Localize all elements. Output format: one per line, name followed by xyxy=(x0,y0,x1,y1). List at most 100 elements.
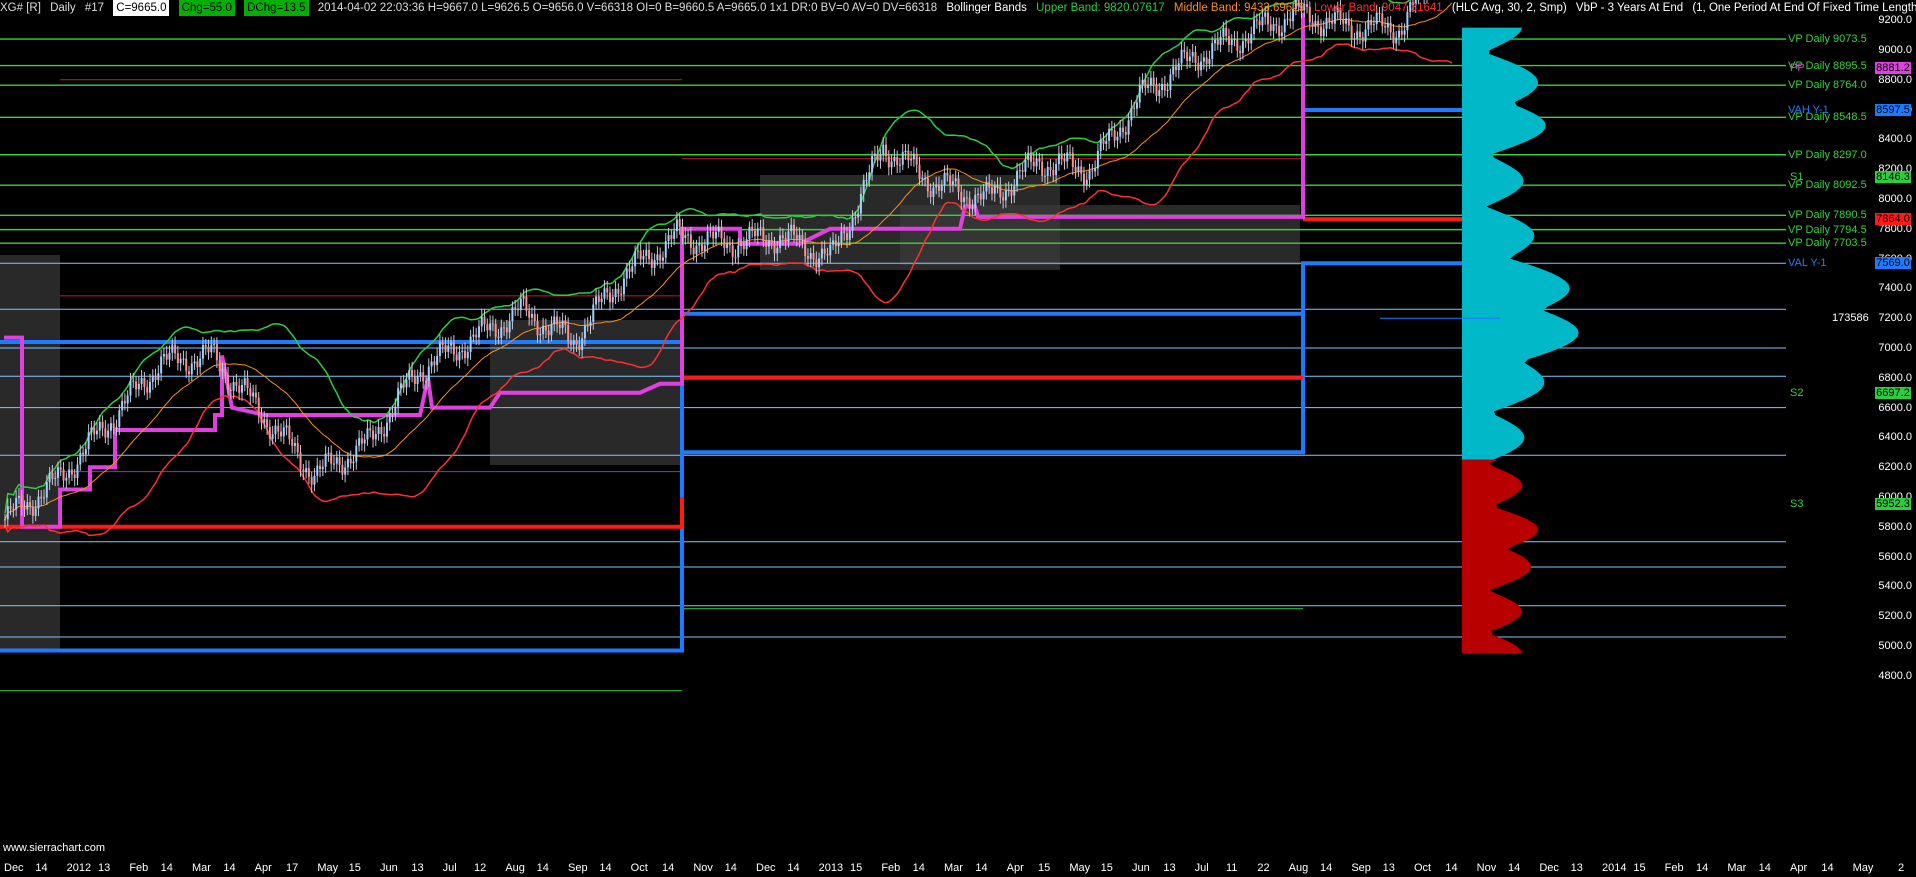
price-bar-body xyxy=(4,519,6,521)
price-bar-body xyxy=(636,250,639,252)
date-tick-label: 11 xyxy=(1226,862,1238,874)
price-bar-body xyxy=(199,358,202,368)
watermark[interactable]: www.sierrachart.com xyxy=(3,842,105,854)
price-bar-body xyxy=(706,231,709,246)
price-bar-body xyxy=(634,251,637,267)
date-tick-label: 14 xyxy=(35,862,48,874)
price-bar-body xyxy=(656,254,659,261)
price-bar-body xyxy=(921,178,924,180)
price-bar-body xyxy=(477,326,480,338)
price-bar-body xyxy=(1152,77,1155,86)
price-bar-body xyxy=(784,238,787,242)
price-bar-body xyxy=(288,425,291,440)
price-bar-body xyxy=(790,224,793,232)
price-bar-body xyxy=(1280,32,1283,37)
price-bar-body xyxy=(1216,39,1219,45)
date-tick-label: May xyxy=(317,862,339,874)
price-bar-body xyxy=(695,245,698,255)
price-tick-label: 7200.0 xyxy=(1878,312,1912,325)
pivot-label: VAL Y-1 xyxy=(1788,257,1827,270)
price-bar-body xyxy=(946,172,949,176)
price-bar-body xyxy=(937,184,940,191)
date-tick-label: 14 xyxy=(1445,862,1458,874)
price-bar-body xyxy=(893,156,896,162)
price-bar-body xyxy=(901,152,904,165)
price-bar-body xyxy=(310,476,313,485)
price-bar-body xyxy=(1347,18,1350,26)
price-bar-body xyxy=(93,427,96,435)
price-bar-body xyxy=(673,231,676,239)
price-bar-body xyxy=(135,381,138,390)
price-bar-body xyxy=(692,247,695,255)
price-flag: 8881.2 xyxy=(1875,61,1911,74)
date-tick-label: 14 xyxy=(1696,862,1709,874)
date-tick-label: 14 xyxy=(223,862,236,874)
date-tick-label: 14 xyxy=(599,862,612,874)
vp-label-text: VP Daily xyxy=(1788,148,1834,161)
price-bar-body xyxy=(890,161,893,168)
pivot-label: PP xyxy=(1790,61,1805,74)
price-bar-body xyxy=(1384,26,1387,28)
price-bar-body xyxy=(1345,18,1348,24)
vp-daily-label: VP Daily 7890.5 xyxy=(1788,209,1867,221)
price-bar-body xyxy=(910,159,913,161)
price-bar-body xyxy=(553,316,556,325)
chart-number: #17 xyxy=(84,2,105,14)
price-bar-body xyxy=(472,334,475,337)
vp-label-value: 8895.5 xyxy=(1833,59,1867,72)
price-bar-body xyxy=(639,250,642,260)
date-tick-label: May xyxy=(1069,862,1091,874)
bar-info: 2014-04-02 22:03:36 H=9667.0 L=9626.5 O=… xyxy=(317,2,938,14)
price-bar-body xyxy=(201,344,204,359)
date-tick-label: 14 xyxy=(724,862,737,874)
price-bar-body xyxy=(1057,153,1060,165)
price-bar-body xyxy=(450,342,453,346)
price-bar-body xyxy=(514,307,517,309)
price-bar-body xyxy=(530,313,533,318)
pivot-label: S1 xyxy=(1790,171,1804,184)
date-axis[interactable]: Dec 14 2012 13 Feb 14 Mar 14 Apr 17 May 15 Jun 13 Jul 1… xyxy=(0,861,1916,877)
price-bar-body xyxy=(609,292,612,303)
price-bar-body xyxy=(678,219,681,227)
price-tick-label: 8000.0 xyxy=(1878,193,1912,205)
price-bar-body xyxy=(240,384,243,393)
price-bar-body xyxy=(1030,152,1033,162)
price-bar-body xyxy=(1149,77,1152,86)
price-bar-body xyxy=(213,344,216,346)
price-bar-body xyxy=(932,187,935,198)
price-tick-label: 7400.0 xyxy=(1878,282,1912,295)
price-bar-body xyxy=(1283,19,1286,33)
price-bar-body xyxy=(650,259,653,268)
price-bar-body xyxy=(617,288,620,294)
yearly-poc-line xyxy=(0,497,684,529)
date-tick-label: 14 xyxy=(912,862,925,874)
price-bar-body xyxy=(659,254,662,261)
price-bar-body xyxy=(1172,66,1175,75)
price-bar-body xyxy=(1147,85,1150,88)
price-bar-body xyxy=(1319,26,1322,36)
price-bar-body xyxy=(1361,37,1364,42)
symbol-label: XG# [R] xyxy=(0,2,41,14)
price-axis[interactable]: 9200.09000.08800.08600.08400.08200.08000… xyxy=(1874,14,1916,861)
price-bar-body xyxy=(20,495,23,508)
price-bar-body xyxy=(993,186,996,194)
price-bar-body xyxy=(1066,152,1069,162)
price-bar-body xyxy=(1163,83,1166,91)
price-bar-body xyxy=(748,226,751,240)
price-chart[interactable] xyxy=(0,0,1916,877)
date-tick-label: Sep xyxy=(568,862,588,874)
price-bar-body xyxy=(806,256,809,259)
vp-daily-label: VP Daily 8297.0 xyxy=(1788,149,1867,161)
price-bar-body xyxy=(798,234,801,241)
price-bar-body xyxy=(597,296,600,303)
date-tick-label: 15 xyxy=(348,862,361,874)
price-bar-body xyxy=(1166,89,1169,91)
price-bar-body xyxy=(1269,24,1272,31)
price-tick-label: 6200.0 xyxy=(1878,461,1912,474)
price-bar-body xyxy=(681,226,684,238)
date-tick-label: Feb xyxy=(129,862,149,874)
price-bar-body xyxy=(458,351,461,361)
val-line xyxy=(1301,261,1465,453)
volume-profile-lower xyxy=(1462,459,1539,654)
price-bar-body xyxy=(1311,22,1314,27)
